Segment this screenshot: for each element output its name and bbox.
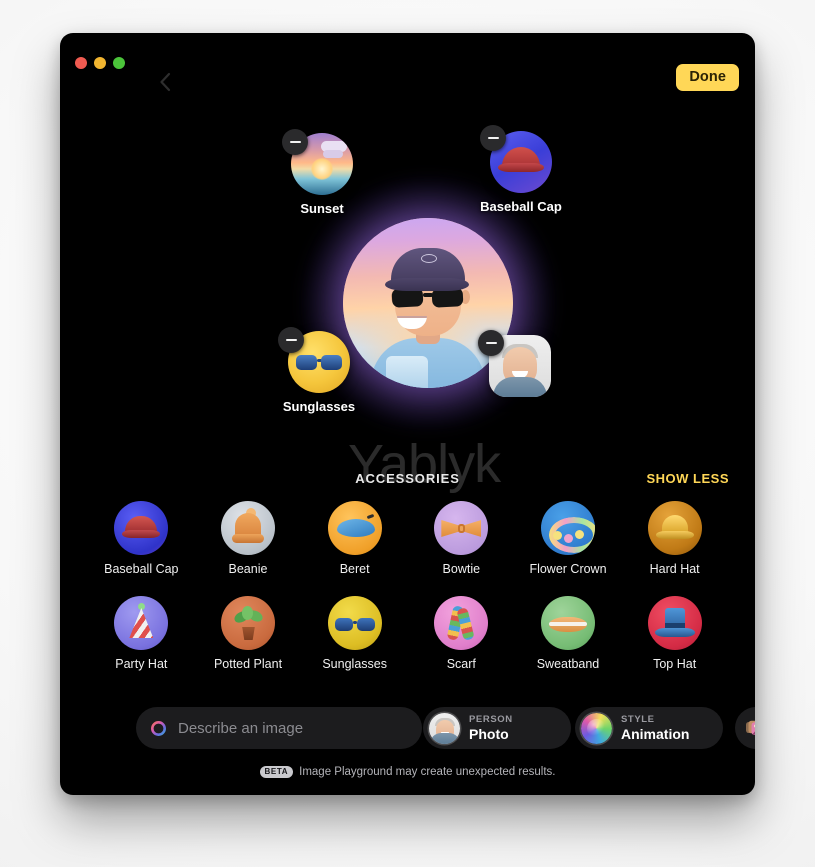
accessory-label: Sunglasses	[322, 657, 387, 671]
accessory-item-scarf[interactable]: Scarf	[408, 596, 515, 671]
person-selector-button[interactable]: PERSON Photo	[423, 707, 571, 749]
floating-accessory-person-photo[interactable]	[470, 330, 570, 397]
accessories-header: ACCESSORIES SHOW LESS	[60, 471, 755, 493]
bottom-toolbar: PERSON Photo STYLE Animation	[60, 707, 755, 751]
page-background: Done Yablyk Sunset Baseball Cap Sunglass…	[0, 0, 815, 867]
beanie-icon	[220, 501, 275, 555]
accessory-label: Sweatband	[536, 657, 600, 671]
accessory-label: Party Hat	[115, 657, 168, 671]
scarf-icon	[434, 596, 489, 650]
accessory-item-top-hat[interactable]: Top Hat	[621, 596, 728, 671]
remove-sunset-button[interactable]	[282, 129, 308, 155]
bowtie-icon	[434, 501, 489, 555]
floating-accessory-label: Sunset	[300, 201, 344, 216]
footer-disclaimer: BETA Image Playground may create unexpec…	[60, 765, 755, 778]
remove-sunglasses-button[interactable]	[278, 327, 304, 353]
accessory-label: Top Hat	[653, 657, 697, 671]
accessories-grid: Baseball Cap Beanie Beret Bowtie Flower …	[88, 501, 728, 671]
window-titlebar: Done	[60, 33, 755, 93]
sweatband-icon	[540, 596, 595, 650]
accessory-item-baseball-cap[interactable]: Baseball Cap	[88, 501, 195, 576]
beta-badge: BETA	[259, 765, 294, 778]
accessory-item-beret[interactable]: Beret	[301, 501, 408, 576]
avatar-cap-logo	[421, 254, 437, 263]
accessory-label: Potted Plant	[213, 657, 283, 671]
floating-accessory-label: Baseball Cap	[480, 199, 562, 214]
accessory-label: Beanie	[228, 562, 268, 576]
accessory-label: Baseball Cap	[104, 562, 179, 576]
accessory-item-sunglasses[interactable]: Sunglasses	[301, 596, 408, 671]
avatar-sunglasses-icon	[390, 287, 466, 308]
baseball-cap-icon	[114, 501, 169, 555]
person-kicker: PERSON	[469, 713, 513, 725]
party-hat-icon	[114, 596, 169, 650]
top-hat-icon	[647, 596, 702, 650]
accessory-item-sweatband[interactable]: Sweatband	[515, 596, 622, 671]
accessory-label: Flower Crown	[529, 562, 607, 576]
sparkle-ring-icon	[149, 719, 168, 738]
floating-accessory-label: Sunglasses	[282, 399, 356, 414]
zoom-window-button[interactable]	[113, 57, 125, 69]
remove-person-photo-button[interactable]	[478, 330, 504, 356]
accessory-label: Bowtie	[442, 562, 481, 576]
accessory-item-beanie[interactable]: Beanie	[195, 501, 302, 576]
minimize-window-button[interactable]	[94, 57, 106, 69]
accessory-item-potted-plant[interactable]: Potted Plant	[195, 596, 302, 671]
remove-baseball-cap-button[interactable]	[480, 125, 506, 151]
person-photo-icon	[429, 712, 460, 744]
accessory-label: Hard Hat	[649, 562, 700, 576]
footer-text: Image Playground may create unexpected r…	[299, 765, 556, 778]
image-playground-window: Done Yablyk Sunset Baseball Cap Sunglass…	[60, 33, 755, 795]
composition-canvas[interactable]: Yablyk Sunset Baseball Cap Sunglasses	[60, 93, 755, 513]
beret-icon	[327, 501, 382, 555]
accessory-item-flower-crown[interactable]: Flower Crown	[515, 501, 622, 576]
style-kicker: STYLE	[621, 713, 655, 725]
accessory-item-bowtie[interactable]: Bowtie	[408, 501, 515, 576]
person-value: Photo	[469, 725, 509, 742]
style-selector-button[interactable]: STYLE Animation	[575, 707, 723, 749]
photo-library-icon	[746, 720, 755, 735]
describe-image-field[interactable]	[136, 707, 422, 749]
accessory-label: Beret	[339, 562, 370, 576]
photo-library-button[interactable]	[735, 707, 755, 749]
potted-plant-icon	[220, 596, 275, 650]
show-less-button[interactable]: SHOW LESS	[646, 471, 729, 486]
avatar-collar	[386, 356, 428, 388]
accessory-label: Scarf	[446, 657, 476, 671]
done-button[interactable]: Done	[676, 64, 739, 91]
accessory-item-party-hat[interactable]: Party Hat	[88, 596, 195, 671]
sunglasses-icon	[327, 596, 382, 650]
close-window-button[interactable]	[75, 57, 87, 69]
style-orb-icon	[581, 712, 612, 744]
floating-accessory-baseball-cap[interactable]: Baseball Cap	[471, 125, 571, 214]
flower-crown-icon	[540, 501, 595, 555]
floating-accessory-sunglasses[interactable]: Sunglasses	[269, 327, 369, 414]
floating-accessory-sunset[interactable]: Sunset	[272, 129, 372, 216]
style-value: Animation	[621, 725, 690, 742]
describe-input[interactable]	[178, 719, 422, 737]
accessory-item-hard-hat[interactable]: Hard Hat	[621, 501, 728, 576]
avatar-cap-brim	[385, 278, 469, 291]
hard-hat-icon	[647, 501, 702, 555]
